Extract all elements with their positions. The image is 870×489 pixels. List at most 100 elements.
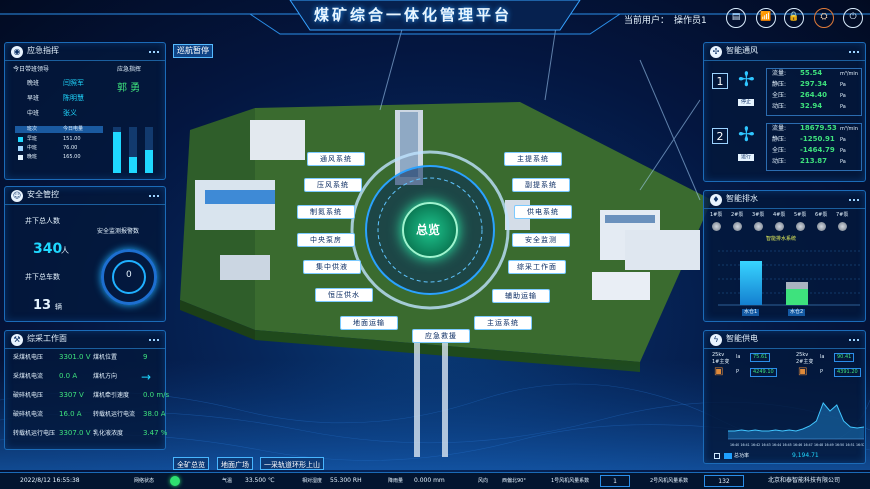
total-power-value: 9,194.71 (792, 452, 819, 459)
system-button[interactable]: 主提系统 (504, 152, 562, 166)
table-cell: 中班 (27, 145, 38, 151)
emergency-panel: ◉ 应急指挥 今日带班领导 应急指挥 晚班 闫照军 早班 陈明慧 中班 张义 郭 … (4, 42, 166, 180)
status-value: 0.000 mm (414, 477, 445, 484)
fan-label: 流量: (772, 70, 787, 77)
fan-unit: m³/min (840, 126, 858, 132)
system-button[interactable]: 恒压供水 (315, 288, 373, 302)
fan-label: 全压: (772, 147, 787, 154)
fan-label: 静压: (772, 81, 787, 88)
pump-label: 1#泵 (710, 212, 723, 218)
system-button[interactable]: 压风系统 (304, 178, 362, 192)
status-bar: 2022/8/12 16:55:38 网络状态 气温 33.500 ℃ 相对湿度… (0, 472, 870, 489)
system-button[interactable]: 供电系统 (514, 205, 572, 219)
system-button[interactable]: 副提系统 (512, 178, 570, 192)
system-button[interactable]: 集中供液 (303, 260, 361, 274)
drop-icon: ♦ (710, 194, 722, 206)
fan-icon: ✣ (710, 46, 722, 58)
power-kv: 25kv (712, 352, 725, 358)
system-button[interactable]: 综采工作面 (508, 260, 566, 274)
system-button[interactable]: 通风系统 (307, 152, 365, 166)
power-sub: 2#主变 (796, 359, 814, 365)
total-power-checkbox[interactable] (714, 453, 720, 459)
company-name: 北京和泰智能科技有限公司 (768, 477, 841, 484)
nav-track-button[interactable]: 一采轨道环形上山 (260, 457, 324, 470)
fan-index: 2 (712, 128, 728, 144)
status-value: 1 (600, 475, 630, 487)
power-x-tick: 16:50 (835, 443, 844, 447)
ventilation-title: 智能通风 (726, 46, 758, 55)
power-x-tick: 16:41 (741, 443, 750, 447)
pump-status-icon (796, 222, 805, 231)
fan-label: 动压: (772, 103, 787, 110)
mining-value: 0.0 A (59, 372, 78, 380)
fan-label: 全压: (772, 92, 787, 99)
fan-unit: m³/min (840, 71, 858, 77)
cruise-pause-button[interactable]: 巡航暂停 (173, 44, 213, 58)
system-button[interactable]: 主运系统 (474, 316, 532, 330)
lock-icon[interactable]: 🔒 (784, 8, 804, 28)
network-status-indicator (170, 476, 180, 486)
system-button[interactable]: 地面运输 (340, 316, 398, 330)
pump-label: 6#泵 (815, 212, 828, 218)
power-x-tick: 16:51 (846, 443, 855, 447)
mining-value: 3.47 % (143, 429, 168, 437)
legend-swatch (724, 453, 732, 459)
mining-label: 煤机方向 (93, 373, 118, 380)
chart-icon[interactable]: 📶 (756, 8, 776, 28)
overview-center-label: 总览 (416, 223, 441, 237)
mining-label: 破碎机电流 (13, 411, 44, 418)
fan-value: -1250.91 (800, 135, 835, 143)
system-button[interactable]: 辅助运输 (492, 289, 550, 303)
pump-status-icon (712, 222, 721, 231)
power-x-tick: 16:48 (814, 443, 823, 447)
status-label: 降雨量 (388, 478, 404, 484)
nav-overview-button[interactable]: 全矿总览 (173, 457, 209, 470)
system-button[interactable]: 应急救援 (412, 329, 470, 343)
status-value: 西偏北90° (502, 478, 526, 484)
power-p-label: P (736, 369, 740, 375)
mining-value: 0.0 m/s (143, 391, 170, 399)
bolt-icon: ϟ (710, 334, 722, 346)
people-value: 340 (33, 241, 63, 257)
transformer-icon: ▣ (714, 366, 724, 377)
power-x-tick: 16:43 (762, 443, 771, 447)
pump-label: 3#泵 (752, 212, 765, 218)
pump-label: 5#泵 (794, 212, 807, 218)
pump-label: 4#泵 (773, 212, 786, 218)
cars-value: 13 (33, 298, 52, 313)
table-cell: 151.00 (63, 136, 81, 142)
shift-bar-track (145, 127, 153, 173)
cars-label: 井下总车数 (25, 273, 60, 281)
status-label: 网络状态 (134, 478, 155, 484)
fan-value: 297.34 (800, 80, 828, 88)
people-unit: 人 (61, 246, 69, 255)
dashboard-root: 煤矿综合一体化管理平台 当前用户： 操作员1 ▤ 📶 🔒 ⛭ ⏻ 巡航暂停 ◉ 应… (0, 0, 870, 489)
shift-bar-track (129, 127, 137, 173)
nav-surface-button[interactable]: 地面广场 (217, 457, 253, 470)
mining-value: 3301.0 V (59, 353, 91, 361)
fan-value: 55.54 (800, 69, 823, 77)
system-button[interactable]: 安全监测 (512, 233, 570, 247)
mining-label: 采煤机电流 (13, 373, 44, 380)
alarm-label: 安全监测报警数 (97, 228, 140, 235)
emblem-icon[interactable]: ⛭ (814, 8, 834, 28)
fan-state-button[interactable]: 运行 (738, 154, 755, 161)
ventilation-panel: ✣ 智能通风 1 ✢ 停止 流量: 55.54 m³/min 静压: 297.34 Pa 全压: 26… (703, 42, 866, 182)
page-title: 煤矿综合一体化管理平台 (314, 6, 513, 24)
mining-label: 乳化液浓度 (93, 430, 124, 437)
tank-1 (740, 253, 762, 305)
power-icon[interactable]: ⏻ (843, 8, 863, 28)
system-button[interactable]: 中央泵房 (297, 233, 355, 247)
shift-label: 晚班 (27, 80, 40, 87)
system-button[interactable]: 制氮系统 (297, 205, 355, 219)
mining-title: 综采工作面 (27, 334, 67, 343)
tank-2 (786, 253, 808, 305)
status-label: 风向 (478, 478, 489, 484)
overview-center-button[interactable]: 总览 (402, 202, 458, 258)
current-user: 操作员1 (674, 16, 707, 26)
fan-unit: Pa (840, 104, 846, 110)
fan-state-button[interactable]: 停止 (738, 99, 755, 106)
table-cell: 76.00 (63, 145, 78, 151)
document-icon[interactable]: ▤ (726, 8, 746, 28)
pump-status-icon (754, 222, 763, 231)
